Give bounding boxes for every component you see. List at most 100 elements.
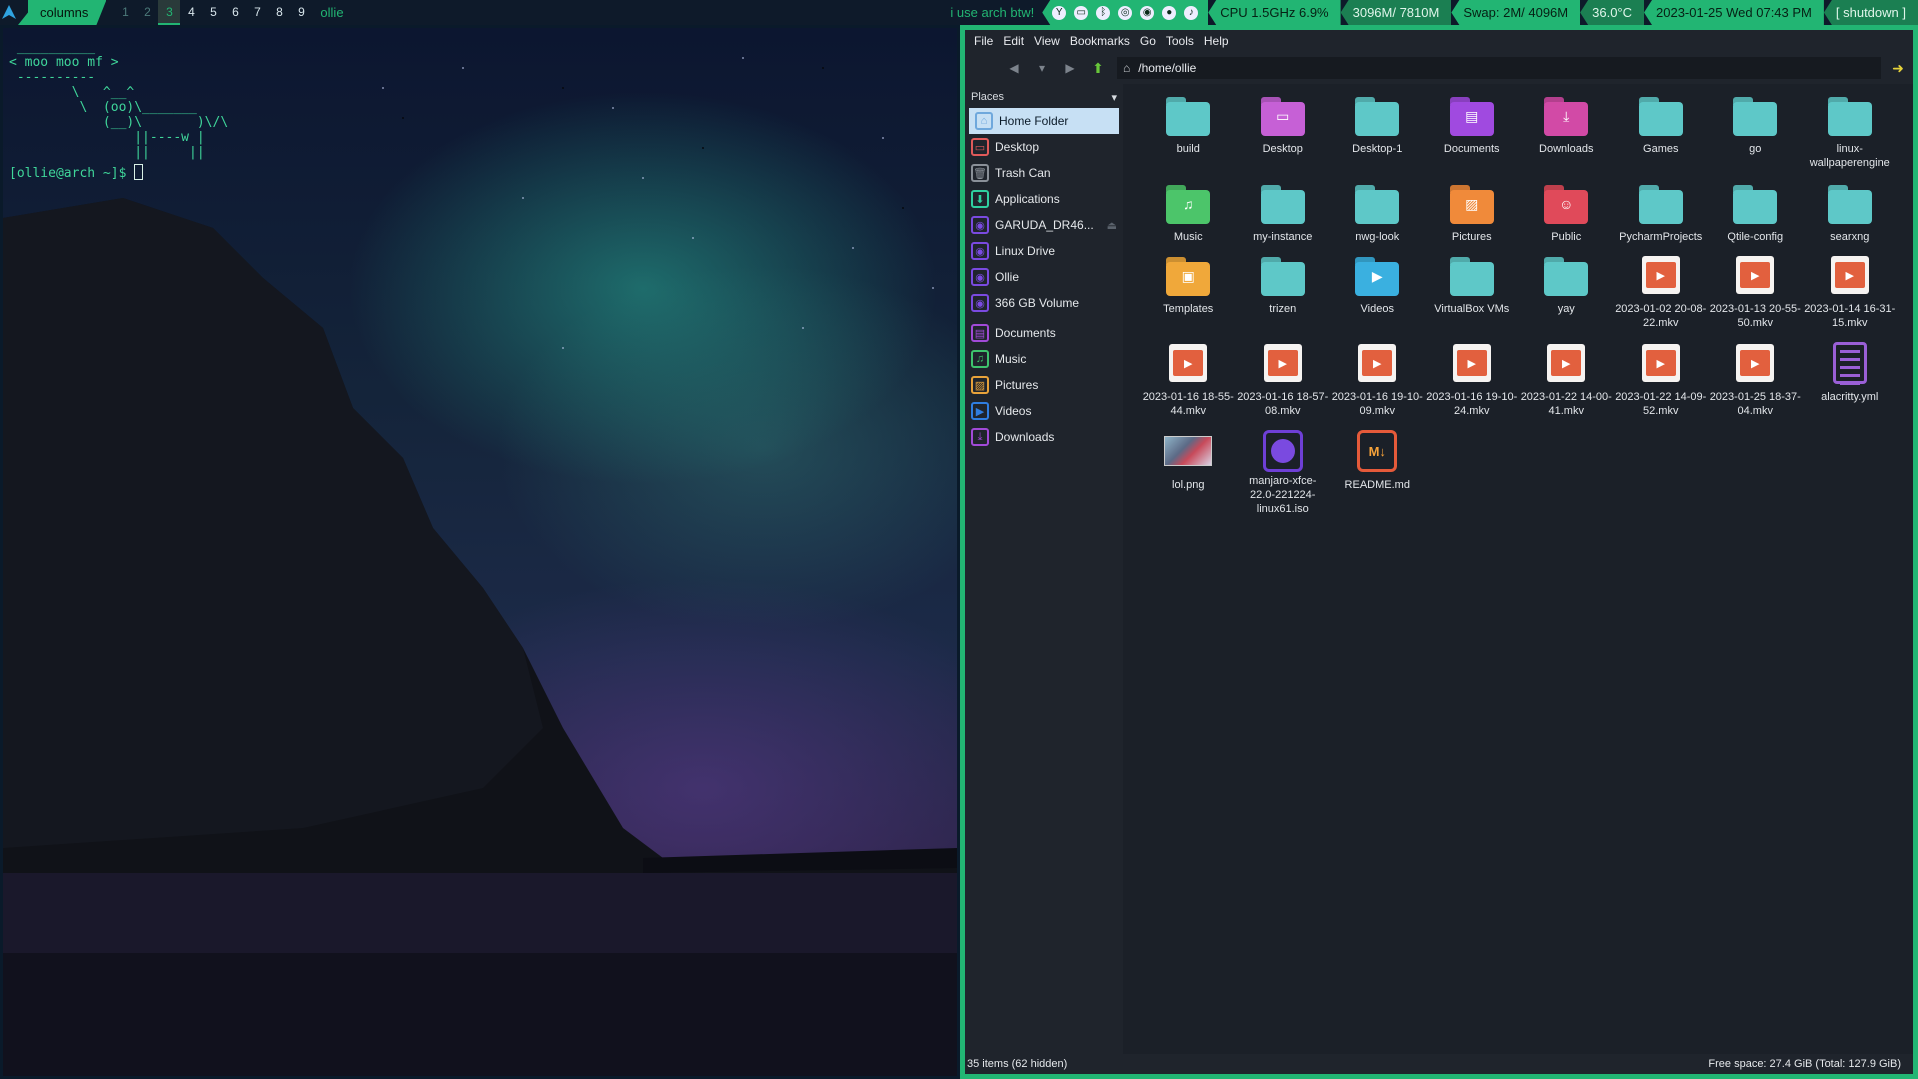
- file-item[interactable]: ▨ Pictures: [1425, 180, 1520, 252]
- up-arrow-icon[interactable]: ⬆: [1089, 59, 1107, 77]
- file-item[interactable]: ▶ 2023-01-16 18-55-44.mkv: [1141, 340, 1236, 428]
- file-item[interactable]: ▶ 2023-01-14 16-31-15.mkv: [1803, 252, 1898, 340]
- sidebar-item-music[interactable]: ♫ Music: [965, 346, 1123, 372]
- workspace-1[interactable]: 1: [114, 0, 136, 25]
- chevron-down-icon[interactable]: ▾: [1111, 91, 1117, 104]
- layout-indicator[interactable]: columns: [18, 0, 106, 25]
- file-item[interactable]: ▤ Documents: [1425, 92, 1520, 180]
- sidebar-item-applications[interactable]: ⬇ Applications: [965, 186, 1123, 212]
- home-icon[interactable]: ⌂: [1123, 61, 1130, 75]
- network-icon[interactable]: ◎: [1118, 5, 1133, 20]
- sidebar-item-documents[interactable]: ▤ Documents: [965, 320, 1123, 346]
- sidebar-item-ollie[interactable]: ◉ Ollie: [965, 264, 1123, 290]
- file-item[interactable]: linux-wallpaperengine: [1803, 92, 1898, 180]
- menu-file[interactable]: File: [969, 34, 998, 48]
- file-item[interactable]: PycharmProjects: [1614, 180, 1709, 252]
- file-item[interactable]: ▶ 2023-01-16 19-10-09.mkv: [1330, 340, 1425, 428]
- menu-view[interactable]: View: [1029, 34, 1065, 48]
- file-item[interactable]: go: [1708, 92, 1803, 180]
- file-manager-window: File Edit View Bookmarks Go Tools Help ◀ ▾ ▶ ⬆…: [960, 25, 1918, 1079]
- workspace-9[interactable]: 9: [290, 0, 312, 25]
- sidebar-item-pictures[interactable]: ▨ Pictures: [965, 372, 1123, 398]
- file-item[interactable]: alacritty.yml: [1803, 340, 1898, 428]
- file-item[interactable]: ▣ Templates: [1141, 252, 1236, 340]
- file-item[interactable]: ☺ Public: [1519, 180, 1614, 252]
- file-item[interactable]: ⤓ Downloads: [1519, 92, 1614, 180]
- workspace-6[interactable]: 6: [224, 0, 246, 25]
- file-item[interactable]: ▶ 2023-01-16 19-10-24.mkv: [1425, 340, 1520, 428]
- terminal-prompt-line[interactable]: [ollie@arch ~]$: [9, 164, 144, 181]
- folder-icon: ♫: [1164, 180, 1212, 228]
- markdown-file-icon: M↓: [1353, 428, 1401, 476]
- forward-arrow-icon[interactable]: ▶: [1061, 59, 1079, 77]
- workspace-2[interactable]: 2: [136, 0, 158, 25]
- file-item[interactable]: Qtile-config: [1708, 180, 1803, 252]
- file-item[interactable]: ▶ 2023-01-25 18-37-04.mkv: [1708, 340, 1803, 428]
- back-arrow-icon[interactable]: ◀: [1005, 59, 1023, 77]
- file-item[interactable]: VirtualBox VMs: [1425, 252, 1520, 340]
- folder-icon: ▶: [1353, 252, 1401, 300]
- file-item[interactable]: M↓ README.md: [1330, 428, 1425, 516]
- bluetooth-icon[interactable]: ᛒ: [1096, 5, 1111, 20]
- sidebar-item-label: Documents: [995, 326, 1056, 340]
- file-grid: build ▭ Desktop Desktop-1 ▤ Documents ⤓ Downloa…: [1123, 84, 1913, 1054]
- sidebar-item-desktop[interactable]: ▭ Desktop: [965, 134, 1123, 160]
- video-file-icon: ▶: [1637, 340, 1685, 388]
- tray-display-icon[interactable]: ▭: [1074, 5, 1089, 20]
- file-item[interactable]: ♫ Music: [1141, 180, 1236, 252]
- location-path[interactable]: /home/ollie: [1138, 61, 1196, 75]
- menu-help[interactable]: Help: [1199, 34, 1234, 48]
- shutdown-button[interactable]: [ shutdown ]: [1823, 0, 1918, 25]
- terminal-window[interactable]: __________ < moo moo mf > ---------- \ ^_…: [0, 25, 960, 1079]
- go-button-icon[interactable]: ➜: [1889, 60, 1907, 76]
- browser-icon[interactable]: ●: [1162, 5, 1177, 20]
- file-item[interactable]: ▭ Desktop: [1236, 92, 1331, 180]
- menu-edit[interactable]: Edit: [998, 34, 1029, 48]
- volume-icon[interactable]: ♪: [1184, 5, 1199, 20]
- file-item[interactable]: build: [1141, 92, 1236, 180]
- sidebar-item-garuda-dr46[interactable]: ◉ GARUDA_DR46... ⏏: [965, 212, 1123, 238]
- workspace-3[interactable]: 3: [158, 0, 181, 25]
- video-file-icon: ▶: [1353, 340, 1401, 388]
- menu-bookmarks[interactable]: Bookmarks: [1065, 34, 1135, 48]
- workspace-4[interactable]: 4: [180, 0, 202, 25]
- file-item[interactable]: ▶ Videos: [1330, 252, 1425, 340]
- file-item[interactable]: Games: [1614, 92, 1709, 180]
- workspace-5[interactable]: 5: [202, 0, 224, 25]
- menu-go[interactable]: Go: [1135, 34, 1161, 48]
- file-item[interactable]: ▶ 2023-01-16 18-57-08.mkv: [1236, 340, 1331, 428]
- file-item[interactable]: manjaro-xfce-22.0-221224-linux61.iso: [1236, 428, 1331, 516]
- file-item[interactable]: ▶ 2023-01-13 20-55-50.mkv: [1708, 252, 1803, 340]
- places-header[interactable]: Places ▾: [965, 86, 1123, 108]
- file-item[interactable]: ▶ 2023-01-22 14-00-41.mkv: [1519, 340, 1614, 428]
- menu-tools[interactable]: Tools: [1161, 34, 1199, 48]
- folder-icon: [1637, 92, 1685, 140]
- file-item-label: Desktop-1: [1352, 143, 1403, 155]
- sidebar-item-linux-drive[interactable]: ◉ Linux Drive: [965, 238, 1123, 264]
- file-item[interactable]: lol.png: [1141, 428, 1236, 516]
- file-item[interactable]: ▶ 2023-01-02 20-08-22.mkv: [1614, 252, 1709, 340]
- file-item[interactable]: my-instance: [1236, 180, 1331, 252]
- file-item[interactable]: searxng: [1803, 180, 1898, 252]
- sidebar-item-label: Ollie: [995, 270, 1020, 284]
- eject-icon[interactable]: ⏏: [1107, 219, 1117, 232]
- status-bar: 35 items (62 hidden) Free space: 27.4 Gi…: [965, 1054, 1913, 1074]
- sidebar-item-trash-can[interactable]: 🗑 Trash Can: [965, 160, 1123, 186]
- folder-icon: ▨: [1448, 180, 1496, 228]
- workspace-7[interactable]: 7: [246, 0, 268, 25]
- sidebar-item-366-gb-volume[interactable]: ◉ 366 GB Volume: [965, 290, 1123, 316]
- sidebar-item-home-folder[interactable]: ⌂ Home Folder: [969, 108, 1119, 134]
- workspace-8[interactable]: 8: [268, 0, 290, 25]
- file-item[interactable]: ▶ 2023-01-22 14-09-52.mkv: [1614, 340, 1709, 428]
- arch-logo-icon[interactable]: [2, 0, 18, 25]
- file-item[interactable]: nwg-look: [1330, 180, 1425, 252]
- location-bar[interactable]: ⌂ /home/ollie: [1117, 57, 1881, 79]
- sidebar-item-downloads[interactable]: ⤓ Downloads: [965, 424, 1123, 450]
- discord-icon[interactable]: ◉: [1140, 5, 1155, 20]
- history-dropdown-icon[interactable]: ▾: [1033, 59, 1051, 77]
- tray-app-icon[interactable]: Y: [1052, 5, 1067, 20]
- sidebar-item-videos[interactable]: ▶ Videos: [965, 398, 1123, 424]
- file-item[interactable]: Desktop-1: [1330, 92, 1425, 180]
- file-item[interactable]: trizen: [1236, 252, 1331, 340]
- file-item[interactable]: yay: [1519, 252, 1614, 340]
